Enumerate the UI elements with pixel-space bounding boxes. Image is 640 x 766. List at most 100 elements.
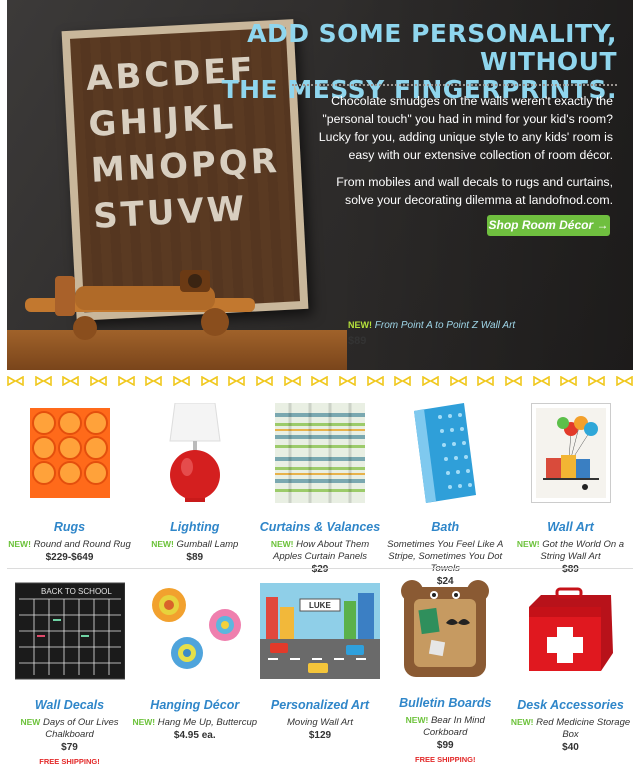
- bow-icon: [62, 376, 80, 386]
- product-description: NEW! Got the World On a String Wall Art: [508, 538, 633, 563]
- letters-row: STUVW: [92, 188, 249, 237]
- product-price: $4.95 ea.: [173, 730, 216, 741]
- bow-icon: [505, 376, 522, 386]
- hero-paragraph-1: Chocolate smudges on the walls weren't e…: [318, 94, 613, 162]
- chalkboard-title: BACK TO SCHOOL: [41, 587, 112, 596]
- city-traffic-art-icon[interactable]: LUKE: [260, 581, 380, 681]
- product-price: $79: [61, 742, 78, 753]
- bow-icon: [394, 376, 412, 386]
- bow-icon: [422, 376, 439, 386]
- product-card-lighting[interactable]: Lighting NEW! Gumball Lamp $89: [132, 395, 257, 568]
- product-card-desk-accessories[interactable]: Desk Accessories NEW! Red Medicine Stora…: [508, 577, 633, 766]
- new-badge: NEW!: [405, 715, 429, 725]
- bow-icon: [366, 376, 384, 386]
- new-badge: NEW!: [132, 717, 156, 727]
- hero-banner[interactable]: ABCDEF GHIJKL MNOPQR STUVW ADD SOME PERS…: [7, 0, 633, 370]
- product-description: Moving Wall Art: [258, 716, 383, 729]
- category-link[interactable]: Wall Art: [508, 520, 633, 534]
- red-medicine-box-icon[interactable]: [521, 581, 621, 681]
- new-badge: NEW!: [151, 539, 174, 549]
- category-link[interactable]: Curtains & Valances: [258, 520, 383, 534]
- bow-icon: [560, 376, 578, 386]
- free-shipping-badge: FREE SHIPPING!: [415, 755, 476, 764]
- bow-icon: [7, 376, 24, 386]
- product-card-wall-decals[interactable]: BACK TO SCHOOL Wall Decals NEW Days of O…: [7, 577, 132, 766]
- product-description: NEW! Red Medicine Storage Box: [508, 716, 633, 741]
- red-lamp-icon[interactable]: [165, 402, 225, 503]
- bow-icon: [117, 376, 135, 386]
- caption-price: $89: [348, 335, 367, 347]
- dotted-towel-icon[interactable]: [410, 403, 480, 503]
- new-badge: NEW!: [348, 320, 372, 330]
- bow-icon: [145, 376, 163, 386]
- new-badge: NEW!: [510, 717, 534, 727]
- product-grid: Rugs NEW! Round and Round Rug $229-$649 …: [7, 395, 633, 766]
- product-card-curtains[interactable]: Curtains & Valances NEW! How About Them …: [258, 395, 383, 575]
- bow-icon: [200, 376, 218, 386]
- bow-icon: [615, 376, 633, 386]
- category-link[interactable]: Desk Accessories: [508, 698, 633, 712]
- bear-corkboard-icon[interactable]: [400, 579, 490, 679]
- product-card-bath[interactable]: Bath Sometimes You Feel Like A Stripe, S…: [383, 395, 508, 587]
- new-badge: NEW: [20, 717, 41, 727]
- product-description: NEW! Round and Round Rug: [7, 538, 132, 551]
- product-row-1: Rugs NEW! Round and Round Rug $229-$649 …: [7, 395, 633, 587]
- bow-icon: [173, 376, 190, 386]
- product-price: $89: [186, 552, 204, 563]
- category-link[interactable]: Bath: [383, 520, 508, 534]
- flower-hooks-icon[interactable]: [145, 581, 245, 681]
- wooden-airplane-toy: [25, 270, 255, 340]
- orange-circle-rug-icon[interactable]: [29, 403, 110, 503]
- product-row-2: BACK TO SCHOOL Wall Decals NEW Days of O…: [7, 568, 633, 766]
- product-card-wall-art[interactable]: Wall Art NEW! Got the World On a String …: [508, 395, 633, 575]
- bow-icon: [588, 376, 605, 386]
- dotted-divider: [292, 84, 617, 86]
- free-shipping-badge: FREE SHIPPING!: [39, 757, 100, 766]
- hero-caption[interactable]: NEW! From Point A to Point Z Wall Art $8…: [348, 320, 515, 347]
- product-card-bulletin-boards[interactable]: Bulletin Boards NEW! Bear In Mind Corkbo…: [383, 577, 508, 766]
- category-link[interactable]: Personalized Art: [258, 698, 383, 712]
- product-card-rugs[interactable]: Rugs NEW! Round and Round Rug $229-$649: [7, 395, 132, 568]
- product-name: Got the World On a String Wall Art: [540, 539, 625, 562]
- bow-icon: [477, 376, 495, 386]
- bow-icon: [256, 376, 273, 386]
- product-card-personalized-art[interactable]: LUKE Personalized Art Moving Wall Art $1…: [258, 577, 383, 766]
- product-price: $229-$649: [45, 552, 94, 563]
- bow-icon: [34, 376, 52, 386]
- chalkboard-calendar-icon[interactable]: BACK TO SCHOOL: [14, 581, 125, 681]
- balloon-house-print-icon[interactable]: [529, 402, 612, 504]
- bow-icon: [283, 376, 301, 386]
- category-link[interactable]: Lighting: [132, 520, 257, 534]
- product-card-hanging-decor[interactable]: Hanging Décor NEW! Hang Me Up, Buttercup…: [132, 577, 257, 766]
- hero-paragraph-2: From mobiles and wall decals to rugs and…: [336, 175, 613, 207]
- striped-curtain-icon[interactable]: [275, 403, 365, 503]
- shop-room-decor-button[interactable]: Shop Room Décor →: [487, 215, 610, 236]
- bow-icon: [228, 376, 246, 386]
- art-sign-text: LUKE: [309, 601, 331, 610]
- headline-line-1: ADD SOME PERSONALITY, WITHOUT: [247, 19, 617, 76]
- new-badge: NEW!: [516, 539, 540, 549]
- email-page: ABCDEF GHIJKL MNOPQR STUVW ADD SOME PERS…: [0, 0, 640, 766]
- bow-icon: [311, 376, 329, 386]
- bow-icon: [449, 376, 467, 386]
- new-badge: NEW!: [8, 539, 31, 549]
- product-name: Moving Wall Art: [287, 717, 353, 728]
- product-description: NEW! How About Them Apples Curtain Panel…: [258, 538, 383, 563]
- product-description: NEW! Hang Me Up, Buttercup: [132, 716, 257, 729]
- product-price: $99: [436, 740, 454, 751]
- product-description: NEW Days of Our Lives Chalkboard: [7, 716, 132, 741]
- product-name: Round and Round Rug: [33, 539, 131, 550]
- category-link[interactable]: Hanging Décor: [132, 698, 257, 712]
- product-description: NEW! Gumball Lamp: [132, 538, 257, 551]
- product-description: NEW! Bear In Mind Corkboard: [383, 714, 508, 739]
- bow-icon: [532, 376, 550, 386]
- product-name: Bear In Mind Corkboard: [423, 715, 485, 738]
- product-name: Hang Me Up, Buttercup: [157, 717, 258, 728]
- hero-copy: Chocolate smudges on the walls weren't e…: [307, 92, 613, 218]
- caption-product-name[interactable]: From Point A to Point Z Wall Art: [375, 320, 515, 331]
- new-badge: NEW!: [270, 539, 294, 549]
- category-link[interactable]: Rugs: [7, 520, 132, 534]
- category-link[interactable]: Wall Decals: [7, 698, 132, 712]
- category-link[interactable]: Bulletin Boards: [383, 696, 508, 710]
- product-price: $40: [562, 742, 579, 753]
